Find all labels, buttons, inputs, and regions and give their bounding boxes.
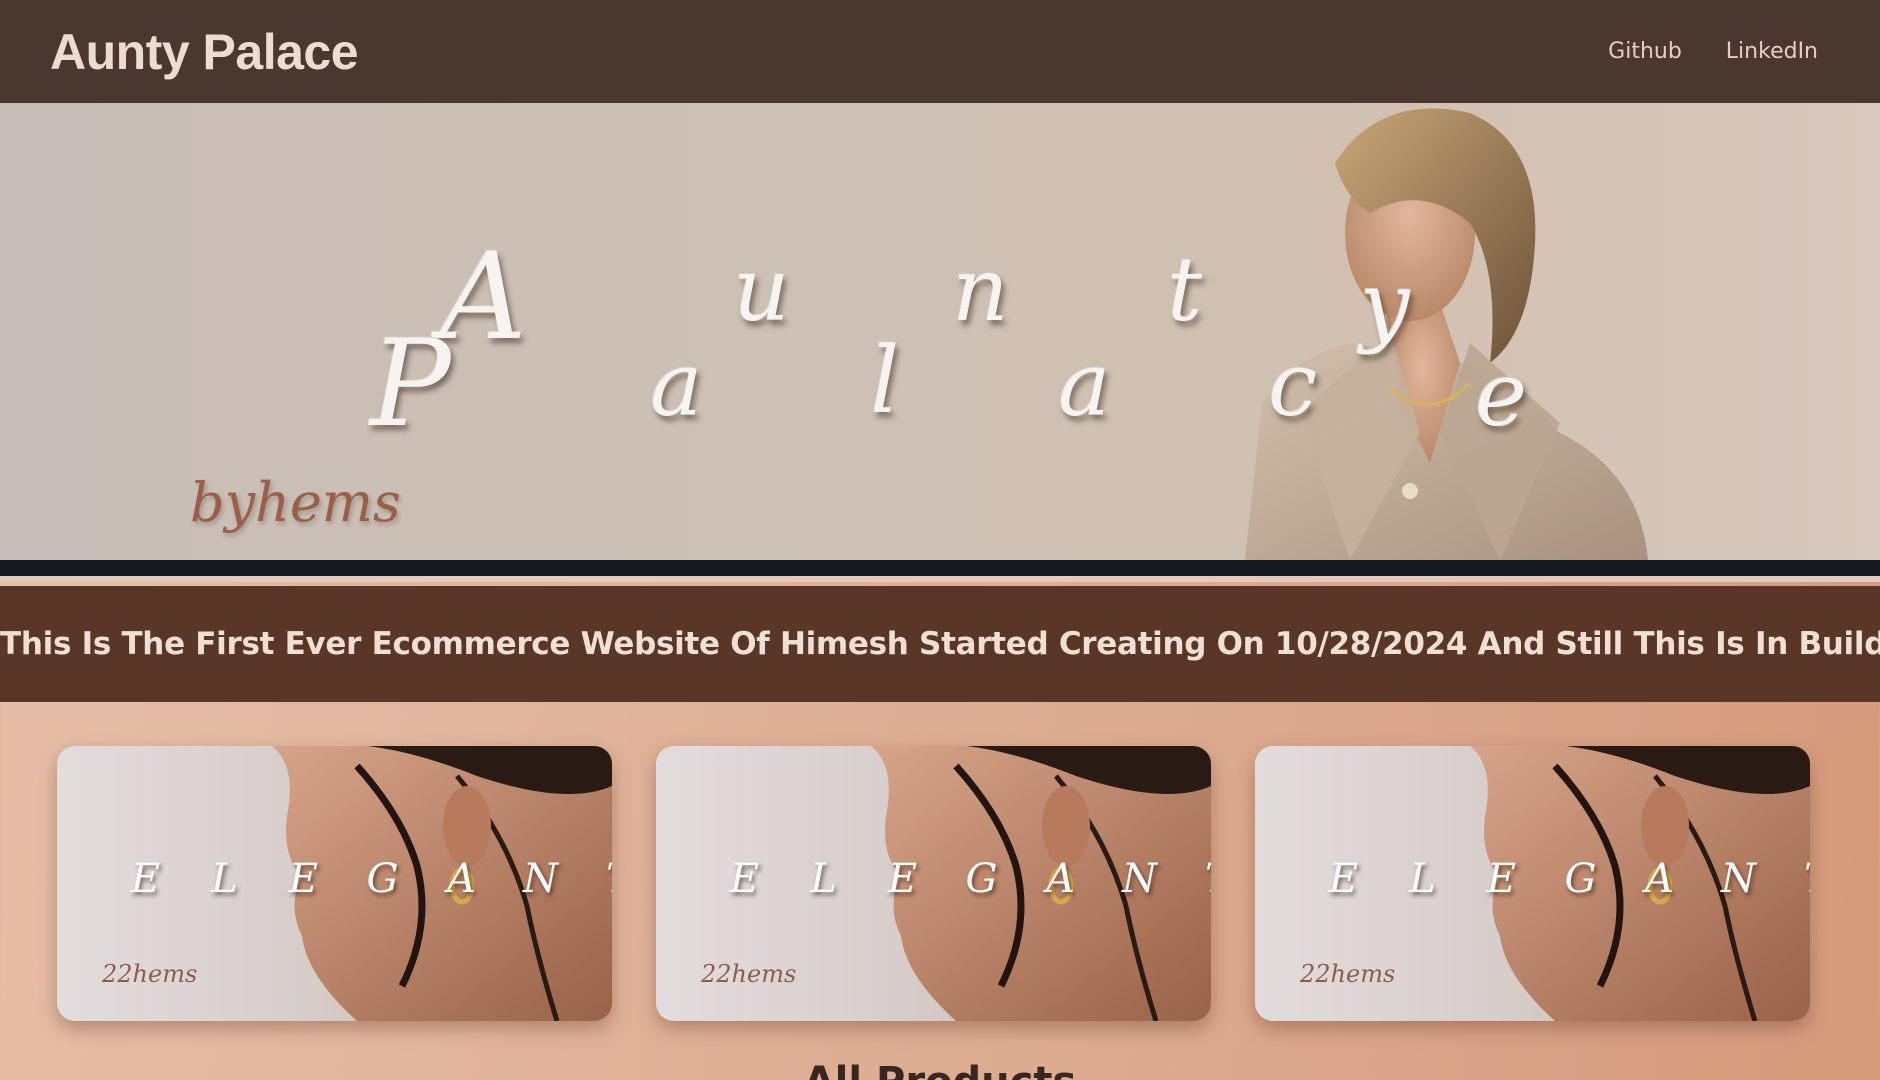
nav-links: Github LinkedIn (1608, 39, 1818, 64)
card-title-letter: E (288, 856, 319, 902)
announcement-marquee: This Is The First Ever Ecommerce Website… (0, 586, 1880, 702)
card-title-letter: N (1122, 856, 1157, 902)
card-title-letter: T (1791, 856, 1810, 902)
hero-script-letter: A (440, 228, 527, 367)
hero-script-letter: a (650, 333, 703, 436)
card-title: E L E G A N T (119, 856, 612, 902)
card-title-letter: G (1564, 856, 1597, 902)
hero-script-letter: t (1167, 238, 1203, 341)
featured-card[interactable]: E L E G A N T 22hems (1255, 746, 1810, 1021)
section-title: All Products (0, 1062, 1880, 1080)
card-title-letter: T (1192, 856, 1211, 902)
hero-script-letter: y (1360, 253, 1410, 356)
card-title-letter: L (211, 856, 238, 902)
card-title-letter: A (1046, 856, 1075, 902)
card-signature: 22hems (102, 960, 198, 988)
hero-script-letter: P (370, 315, 451, 454)
brand-logo-link[interactable]: Aunty Palace (50, 23, 359, 81)
card-title-letter: E (887, 856, 918, 902)
card-title-letter: L (1409, 856, 1436, 902)
card-title-letter: N (523, 856, 558, 902)
featured-card[interactable]: E L E G A N T 22hems (57, 746, 612, 1021)
card-title-letter: E (1328, 856, 1359, 902)
card-title: E L E G A N T (718, 856, 1211, 902)
hero-byline: byhems (190, 471, 401, 534)
nav-link-linkedin[interactable]: LinkedIn (1726, 39, 1818, 64)
hero-script-letter: l (870, 327, 900, 434)
card-signature: 22hems (1300, 960, 1396, 988)
hero-script-letter: e (1475, 343, 1528, 446)
hero-divider (0, 560, 1880, 576)
hero-banner: A u n t y P a l a c e byhems (0, 103, 1880, 560)
card-title-letter: N (1721, 856, 1756, 902)
hero-divider-light (0, 576, 1880, 582)
card-title-letter: L (810, 856, 837, 902)
card-title: E L E G A N T (1317, 856, 1810, 902)
card-title-letter: E (729, 856, 760, 902)
card-title-letter: E (1486, 856, 1517, 902)
card-title-letter: G (965, 856, 998, 902)
card-signature: 22hems (701, 960, 797, 988)
hero-script-letter: u (733, 238, 790, 341)
hero-script-letter: a (1058, 333, 1111, 436)
featured-cards: E L E G A N T 22hems E L (57, 746, 1810, 1021)
hero-script-letter: n (952, 238, 1009, 341)
top-navbar: Aunty Palace Github LinkedIn (0, 0, 1880, 103)
featured-card[interactable]: E L E G A N T 22hems (656, 746, 1211, 1021)
card-title-letter: E (130, 856, 161, 902)
card-title-letter: T (593, 856, 612, 902)
card-title-letter: A (447, 856, 476, 902)
card-title-letter: G (366, 856, 399, 902)
card-title-letter: A (1645, 856, 1674, 902)
nav-link-github[interactable]: Github (1608, 39, 1682, 64)
announcement-text: This Is The First Ever Ecommerce Website… (0, 626, 1880, 662)
hero-script-letter: c (1268, 333, 1318, 436)
